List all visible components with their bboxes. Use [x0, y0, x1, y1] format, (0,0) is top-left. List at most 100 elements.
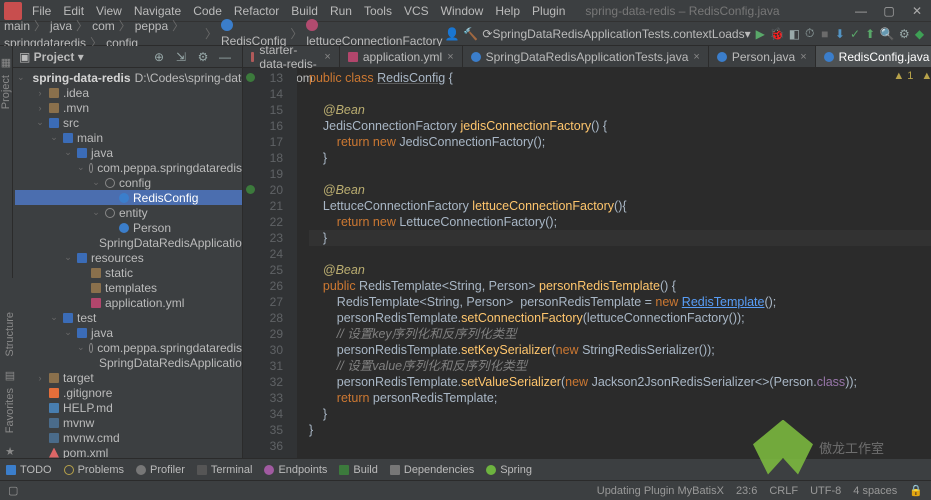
- tree-node[interactable]: application.yml: [15, 295, 242, 310]
- editor-tab[interactable]: RedisConfig.java×: [816, 46, 931, 67]
- run-config-selector[interactable]: ⟳ SpringDataRedisApplicationTests.contex…: [482, 25, 750, 43]
- tree-node[interactable]: ⌄java: [15, 145, 242, 160]
- user-icon[interactable]: 👤: [444, 25, 459, 43]
- editor-tab[interactable]: SpringDataRedisApplicationTests.java×: [463, 46, 709, 67]
- tree-node[interactable]: mvnw: [15, 415, 242, 430]
- breadcrumb-part[interactable]: main: [4, 19, 30, 33]
- project-tree[interactable]: ⌄ spring-data-redis D:\Codes\spring-data…: [13, 68, 242, 458]
- tab-close-icon[interactable]: ×: [693, 51, 699, 63]
- tab-close-icon[interactable]: ×: [324, 51, 330, 63]
- tab-close-icon[interactable]: ×: [800, 51, 806, 63]
- tree-root[interactable]: ⌄ spring-data-redis D:\Codes\spring-data…: [15, 70, 242, 85]
- menu-vcs[interactable]: VCS: [398, 4, 435, 18]
- tool-windows-toggle-icon[interactable]: ▢: [8, 484, 18, 497]
- git-commit-icon[interactable]: ✓: [849, 25, 860, 43]
- project-tool-tab[interactable]: Project: [0, 75, 12, 109]
- tree-node[interactable]: ⌄com.peppa.springdataredis: [15, 340, 242, 355]
- structure-tool-tab[interactable]: Structure: [4, 312, 16, 357]
- menu-build[interactable]: Build: [285, 4, 324, 18]
- search-icon[interactable]: 🔍: [880, 25, 895, 43]
- breadcrumb-part[interactable]: peppa: [135, 19, 168, 33]
- minimize-button[interactable]: —: [847, 4, 875, 18]
- menu-view[interactable]: View: [90, 4, 128, 18]
- tree-node[interactable]: static: [15, 265, 242, 280]
- code-text[interactable]: public class RedisConfig { @Bean JedisCo…: [297, 68, 931, 458]
- debug-button[interactable]: 🐞: [770, 25, 785, 43]
- tree-node[interactable]: ⌄entity: [15, 205, 242, 220]
- breadcrumb-part[interactable]: java: [50, 19, 72, 33]
- favorites-tool-icon[interactable]: ★: [5, 445, 15, 458]
- inspection-banner[interactable]: ▲ 1 ▲ 2 ˆˇ: [893, 70, 931, 82]
- breadcrumb-class[interactable]: RedisConfig: [221, 19, 286, 48]
- coverage-icon[interactable]: ◧: [789, 25, 800, 43]
- tree-node[interactable]: ›target: [15, 370, 242, 385]
- status-indent[interactable]: 4 spaces: [853, 485, 897, 497]
- git-push-icon[interactable]: ⬆: [865, 25, 876, 43]
- tree-node[interactable]: ⌄src: [15, 115, 242, 130]
- editor-tab[interactable]: boot-starter-data-redis-2.5.7.pom×: [243, 46, 340, 67]
- stop-button[interactable]: ■: [819, 25, 830, 43]
- status-lock-icon[interactable]: 🔒: [909, 484, 923, 497]
- hide-icon[interactable]: —: [216, 48, 234, 66]
- code-editor[interactable]: ▲ 1 ▲ 2 ˆˇ 13141516171819202122232425262…: [243, 68, 931, 458]
- tree-node[interactable]: SpringDataRedisApplication: [15, 235, 242, 250]
- tree-node[interactable]: ⌄main: [15, 130, 242, 145]
- tree-node[interactable]: ›.mvn: [15, 100, 242, 115]
- menu-file[interactable]: File: [26, 4, 57, 18]
- line-numbers[interactable]: 1314151617181920212223242526272829303132…: [243, 68, 297, 458]
- git-update-icon[interactable]: ⬇: [834, 25, 845, 43]
- close-button[interactable]: ✕: [903, 4, 931, 18]
- status-eol[interactable]: CRLF: [769, 485, 798, 497]
- profiler-icon[interactable]: ⏱: [804, 25, 815, 43]
- menu-tools[interactable]: Tools: [358, 4, 398, 18]
- structure-tool-icon[interactable]: ▤: [5, 369, 15, 382]
- status-caret[interactable]: 23:6: [736, 485, 757, 497]
- tree-node[interactable]: SpringDataRedisApplicationTest: [15, 355, 242, 370]
- tree-node[interactable]: HELP.md: [15, 400, 242, 415]
- tree-node[interactable]: ›.idea: [15, 85, 242, 100]
- settings-row-icon[interactable]: ⚙: [899, 25, 910, 43]
- toolwin-endpoints[interactable]: Endpoints: [264, 464, 327, 476]
- menu-refactor[interactable]: Refactor: [228, 4, 285, 18]
- expand-all-icon[interactable]: ⇲: [172, 48, 190, 66]
- menu-run[interactable]: Run: [324, 4, 358, 18]
- tree-node[interactable]: ⌄test: [15, 310, 242, 325]
- maximize-button[interactable]: ▢: [875, 4, 903, 18]
- menu-plugin[interactable]: Plugin: [526, 4, 571, 18]
- tree-node[interactable]: .gitignore: [15, 385, 242, 400]
- menu-help[interactable]: Help: [489, 4, 526, 18]
- favorites-tool-tab[interactable]: Favorites: [4, 388, 16, 433]
- build-hammer-icon[interactable]: 🔨: [463, 25, 478, 43]
- select-opened-icon[interactable]: ⊕: [150, 48, 168, 66]
- toolwin-dependencies[interactable]: Dependencies: [390, 464, 474, 476]
- menu-edit[interactable]: Edit: [57, 4, 90, 18]
- project-view-selector[interactable]: ▣ Project ▾: [19, 50, 84, 64]
- toolwin-todo[interactable]: TODO: [6, 464, 52, 476]
- tree-node[interactable]: ⌄com.peppa.springdataredis: [15, 160, 242, 175]
- tree-node[interactable]: mvnw.cmd: [15, 430, 242, 445]
- tab-close-icon[interactable]: ×: [447, 51, 453, 63]
- toolwin-problems[interactable]: Problems: [64, 464, 124, 476]
- tree-node[interactable]: templates: [15, 280, 242, 295]
- toolwin-terminal[interactable]: Terminal: [197, 464, 253, 476]
- tree-node[interactable]: RedisConfig: [15, 190, 242, 205]
- toolwin-spring[interactable]: Spring: [486, 464, 532, 476]
- tree-node[interactable]: ⌄java: [15, 325, 242, 340]
- tree-node[interactable]: pom.xml: [15, 445, 242, 458]
- breadcrumb-method[interactable]: lettuceConnectionFactory: [306, 19, 442, 48]
- toolwin-profiler[interactable]: Profiler: [136, 464, 185, 476]
- tree-node[interactable]: Person: [15, 220, 242, 235]
- status-encoding[interactable]: UTF-8: [810, 485, 841, 497]
- editor-tab[interactable]: application.yml×: [340, 46, 463, 67]
- tree-node[interactable]: ⌄config: [15, 175, 242, 190]
- menu-code[interactable]: Code: [187, 4, 228, 18]
- breadcrumb-part[interactable]: com: [92, 19, 115, 33]
- toolwin-build[interactable]: Build: [339, 464, 377, 476]
- ide-icon[interactable]: ◆: [914, 25, 925, 43]
- menu-navigate[interactable]: Navigate: [128, 4, 187, 18]
- tree-node[interactable]: ⌄resources: [15, 250, 242, 265]
- project-tool-icon[interactable]: ▦: [1, 56, 11, 69]
- run-button[interactable]: ▶: [755, 25, 766, 43]
- settings-icon[interactable]: ⚙: [194, 48, 212, 66]
- editor-tab[interactable]: Person.java×: [709, 46, 816, 67]
